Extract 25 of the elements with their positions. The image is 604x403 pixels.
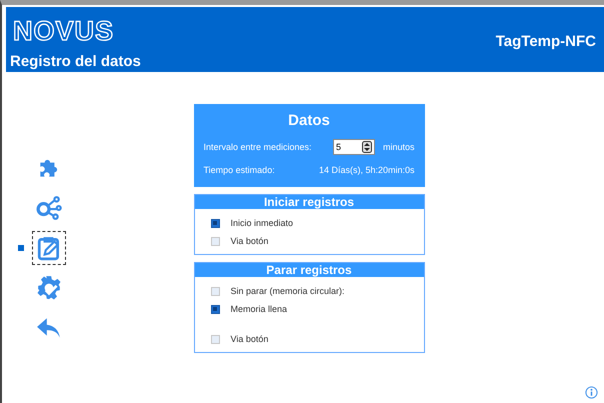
estimate-value: 14 Días(s), 5h:20min:0s bbox=[318, 165, 414, 175]
group-title: Iniciar registros bbox=[194, 195, 424, 209]
clipboard-edit-icon bbox=[36, 235, 62, 261]
interval-spinner[interactable]: 5 bbox=[332, 139, 375, 155]
page-title: Registro del datos bbox=[10, 53, 141, 70]
option-checkbox[interactable] bbox=[210, 304, 220, 314]
interval-unit: minutos bbox=[382, 142, 414, 152]
selection-marker bbox=[18, 245, 24, 251]
option-label: Via botón bbox=[230, 334, 268, 344]
estimate-label: Tiempo estimado: bbox=[204, 165, 275, 175]
group-title: Parar registros bbox=[194, 263, 424, 277]
device-name: TagTemp-NFC bbox=[496, 33, 596, 50]
panel-title: Datos bbox=[287, 112, 331, 129]
gear-check-icon bbox=[36, 275, 62, 301]
option-checkbox[interactable] bbox=[210, 218, 220, 228]
logo: NOVUS bbox=[12, 17, 116, 45]
nav-button[interactable] bbox=[32, 231, 66, 265]
option-label: Via botón bbox=[230, 236, 268, 246]
option-label: Inicio inmediato bbox=[230, 218, 294, 228]
interval-label: Intervalo entre mediciones: bbox=[204, 142, 312, 152]
info-icon[interactable] bbox=[585, 386, 598, 399]
option-label: Memoria llena bbox=[230, 304, 288, 314]
option-label: Sin parar (memoria circular): bbox=[230, 286, 345, 296]
nodes-icon bbox=[36, 195, 62, 221]
spinner-arrows-icon[interactable] bbox=[362, 141, 372, 153]
